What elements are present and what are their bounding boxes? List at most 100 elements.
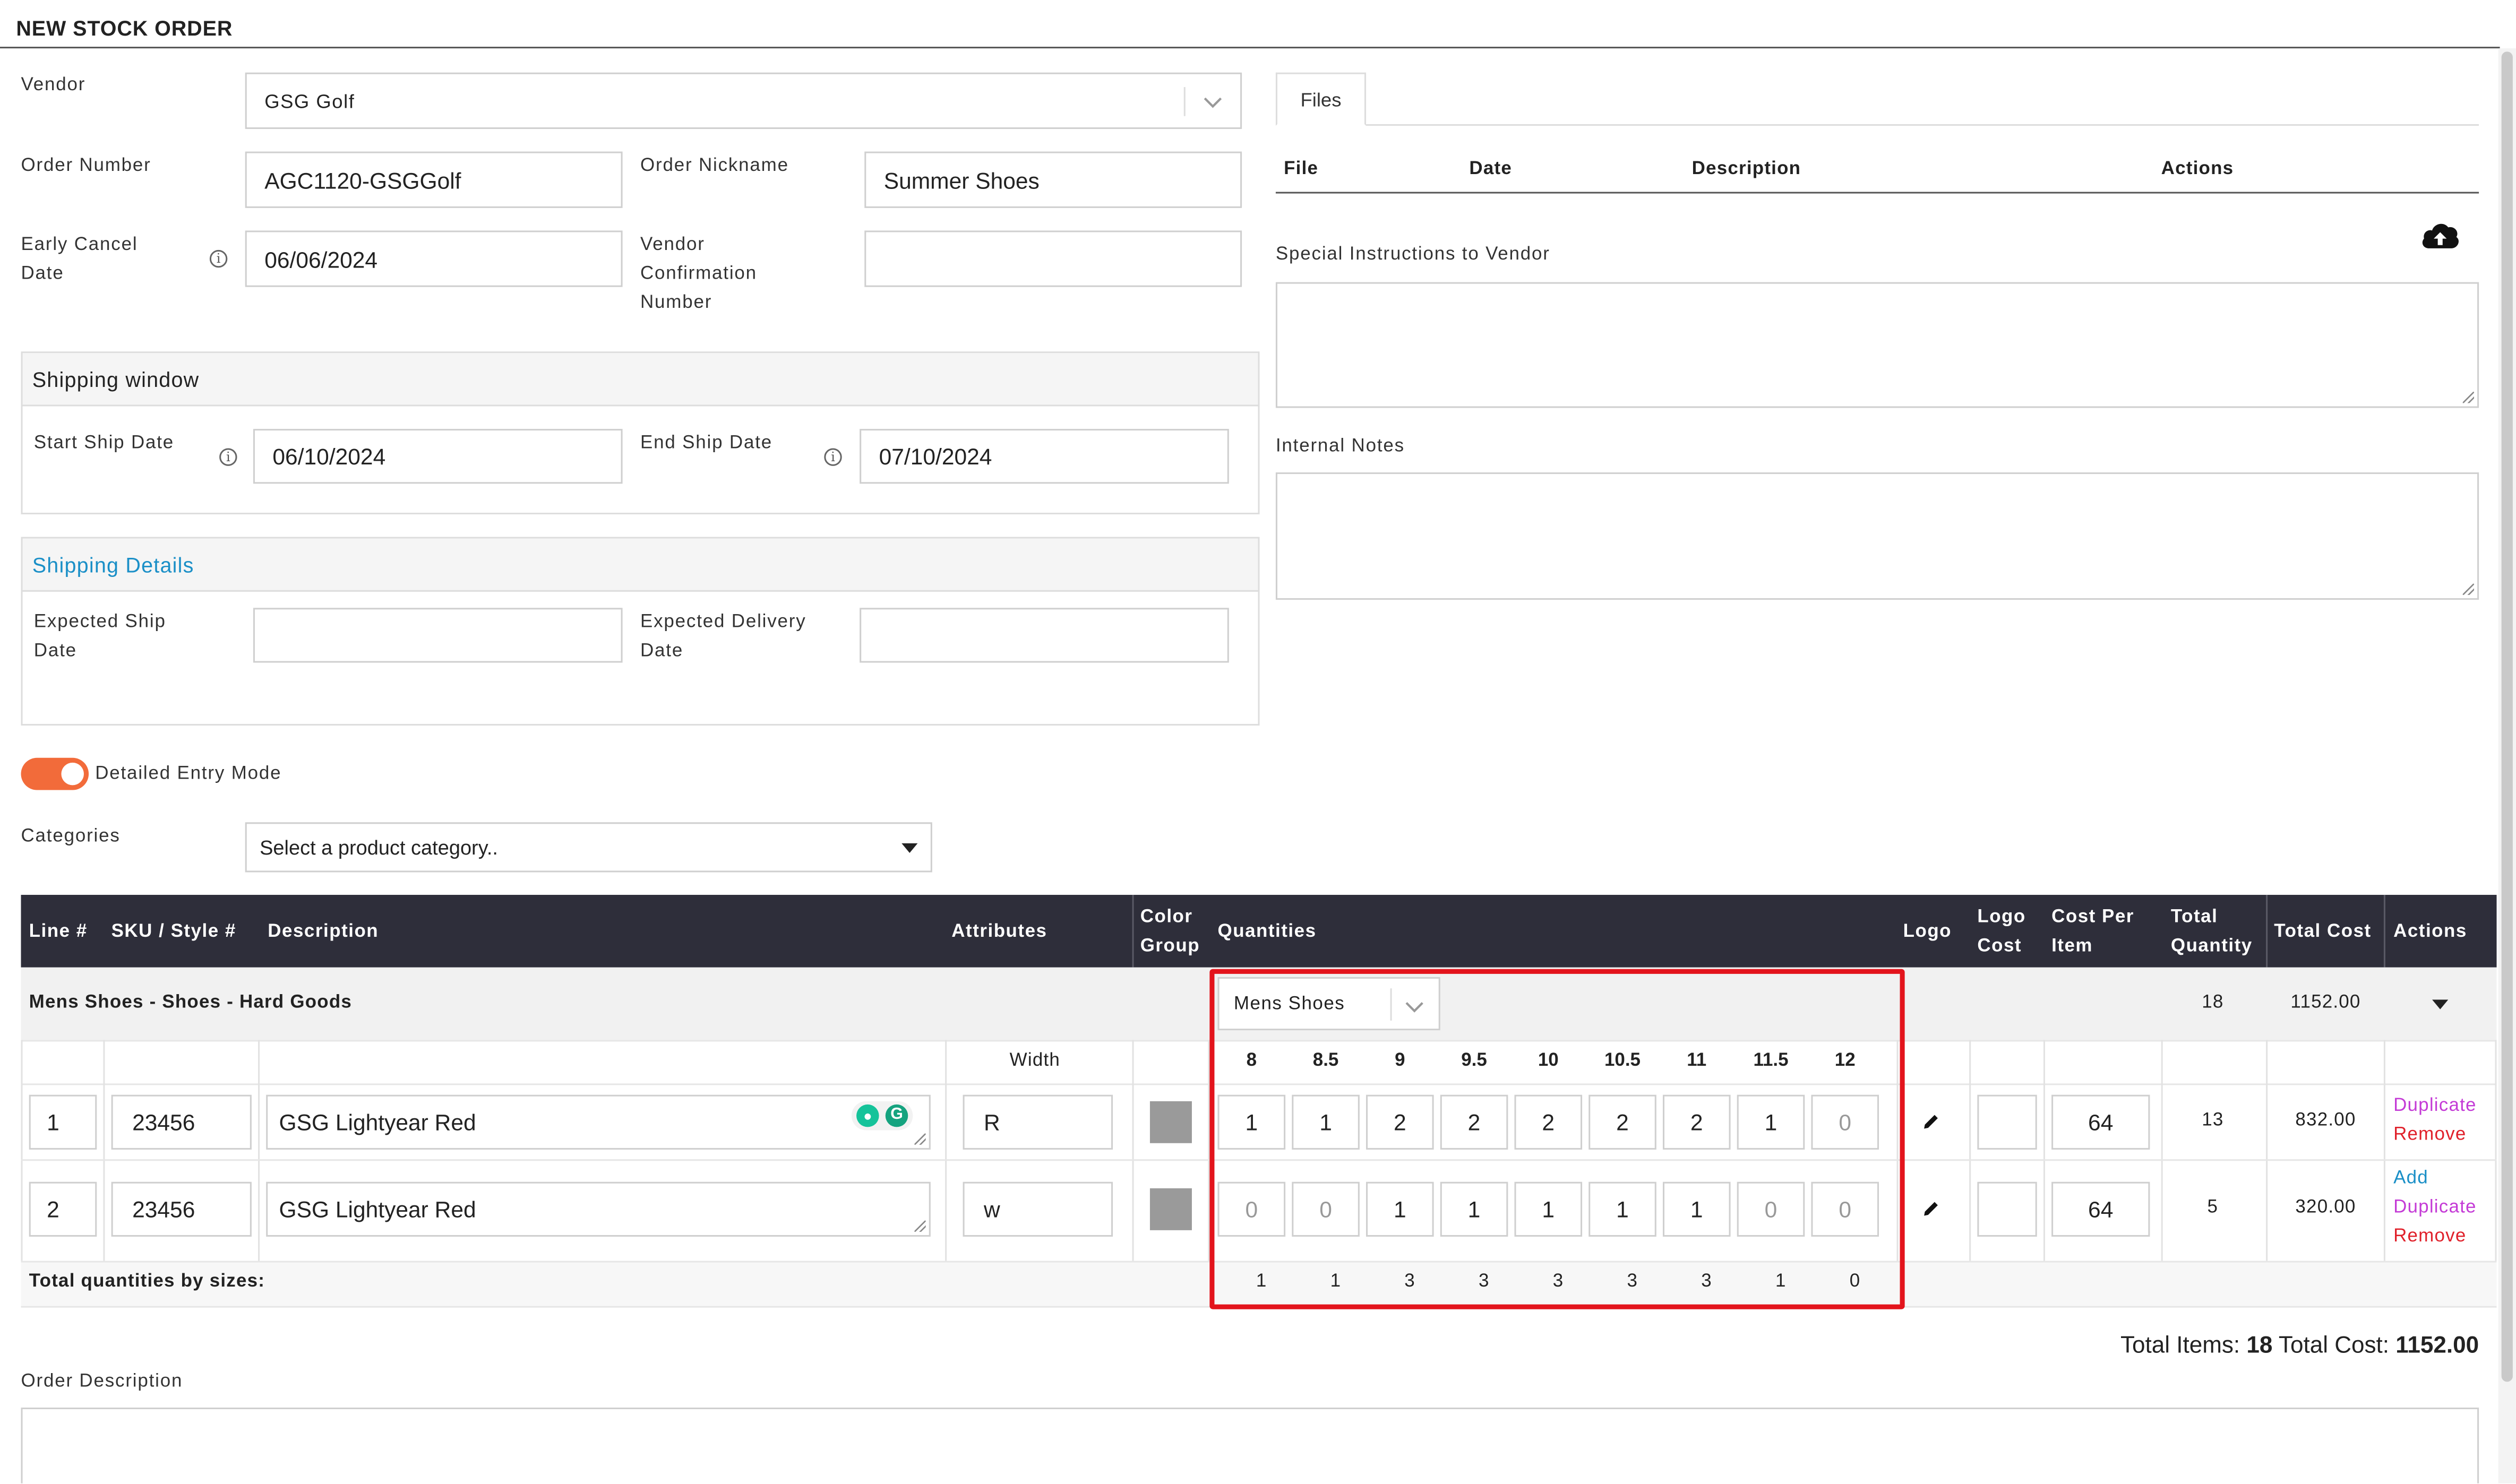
col-logo-cost-line2: Cost (1977, 936, 2022, 956)
col-logo-cost-line1: Logo (1977, 908, 2026, 927)
sku-value: 23456 (132, 1109, 195, 1135)
width-input[interactable]: R (963, 1094, 1113, 1150)
special-instructions-textarea[interactable] (1275, 282, 2479, 408)
info-icon[interactable]: i (209, 249, 228, 268)
logo-cost-input[interactable] (1977, 1181, 2037, 1237)
shipping-window-title: Shipping window (22, 353, 1258, 407)
categories-select[interactable]: Select a product category.. (245, 822, 932, 873)
resize-handle[interactable] (2462, 392, 2474, 403)
line-number-input[interactable]: 1 (29, 1094, 97, 1150)
duplicate-link[interactable]: Duplicate (2393, 1198, 2477, 1217)
line-number-input[interactable]: 2 (29, 1181, 97, 1237)
group-name: Mens Shoes - Shoes - Hard Goods (29, 993, 353, 1013)
grammarly-icon: G (885, 1104, 908, 1127)
chevron-down-icon[interactable] (1203, 93, 1222, 109)
description-value: GSG Lightyear Red (279, 1109, 476, 1135)
col-logo: Logo (1903, 922, 1952, 942)
row-total-cost: 320.00 (2295, 1198, 2356, 1218)
special-instructions-label: Special Instructions to Vendor (1275, 245, 1550, 265)
vendor-value: GSG Golf (264, 89, 355, 113)
col-color-group-line1: Color (1140, 908, 1193, 927)
line-number-value: 2 (47, 1196, 59, 1222)
vendor-select[interactable]: GSG Golf (245, 72, 1242, 130)
header-col-separator (1132, 894, 1134, 968)
sku-input[interactable]: 23456 (111, 1181, 252, 1237)
end-ship-date-input[interactable]: 07/10/2024 (860, 429, 1229, 484)
shipping-details-title[interactable]: Shipping Details (22, 538, 1258, 592)
expected-ship-date-input[interactable] (253, 608, 623, 663)
early-cancel-label-line1: Early Cancel (21, 235, 138, 255)
files-col-description: Description (1691, 159, 1801, 179)
vendor-confirmation-input[interactable] (864, 230, 1242, 287)
col-cost-per-item-line1: Cost Per (2051, 908, 2134, 927)
expected-delivery-label-line2: Date (640, 642, 684, 661)
cost-per-item-input[interactable]: 64 (2051, 1094, 2150, 1150)
end-ship-date-value: 07/10/2024 (879, 443, 992, 469)
cost-per-item-input[interactable]: 64 (2051, 1181, 2150, 1237)
vendor-conf-label-line1: Vendor (640, 235, 705, 255)
expected-ship-label-line1: Expected Ship (33, 612, 166, 632)
description-textarea[interactable]: GSG Lightyear Red (266, 1181, 931, 1237)
width-value: R (984, 1109, 1000, 1135)
vendor-conf-label-line3: Number (640, 293, 712, 313)
cloud-upload-icon[interactable] (2419, 219, 2461, 252)
totals-label: Total quantities by sizes: (29, 1272, 265, 1292)
duplicate-link[interactable]: Duplicate (2393, 1097, 2477, 1116)
sku-input[interactable]: 23456 (111, 1094, 252, 1150)
info-icon[interactable]: i (219, 448, 237, 466)
caret-down-icon[interactable] (2432, 999, 2449, 1010)
remove-link[interactable]: Remove (2393, 1125, 2466, 1144)
order-number-value: AGC1120-GSGGolf (264, 167, 461, 193)
early-cancel-date-input[interactable]: 06/06/2024 (245, 230, 623, 287)
resize-handle[interactable] (914, 1220, 926, 1232)
col-description: Description (268, 922, 379, 942)
tab-files[interactable]: Files (1275, 72, 1367, 126)
files-col-file: File (1284, 159, 1319, 179)
scrollbar-thumb[interactable] (2501, 51, 2513, 1382)
files-col-date: Date (1469, 159, 1513, 179)
start-ship-date-input[interactable]: 06/10/2024 (253, 429, 623, 484)
files-header-rule (1275, 192, 2479, 194)
grammarly-widget[interactable]: ● G (851, 1101, 913, 1131)
order-summary: Total Items: 18 Total Cost: 1152.00 (1935, 1333, 2479, 1359)
categories-label: Categories (21, 827, 121, 847)
pencil-icon[interactable] (1922, 1200, 1940, 1217)
start-ship-date-value: 06/10/2024 (272, 443, 386, 469)
files-col-actions: Actions (2161, 159, 2234, 179)
description-textarea[interactable]: GSG Lightyear Red ● G (266, 1094, 931, 1150)
width-input[interactable]: w (963, 1181, 1113, 1237)
order-number-label: Order Number (21, 156, 151, 176)
total-cost-label: Total Cost: (2278, 1333, 2390, 1359)
logo-cost-input[interactable] (1977, 1094, 2037, 1150)
order-description-textarea[interactable] (21, 1407, 2479, 1483)
pencil-icon[interactable] (1922, 1112, 1940, 1130)
row-total-cost: 832.00 (2295, 1111, 2356, 1131)
order-nickname-input[interactable]: Summer Shoes (864, 151, 1242, 208)
vendor-label: Vendor (21, 75, 86, 96)
start-ship-date-label: Start Ship Date (33, 434, 175, 453)
info-icon[interactable]: i (824, 448, 842, 466)
remove-link[interactable]: Remove (2393, 1227, 2466, 1246)
color-swatch[interactable] (1149, 1101, 1192, 1143)
early-cancel-label-line2: Date (21, 264, 64, 284)
color-swatch[interactable] (1149, 1188, 1192, 1230)
order-number-input[interactable]: AGC1120-GSGGolf (245, 151, 623, 208)
total-cost-value: 1152.00 (2395, 1333, 2479, 1359)
early-cancel-date-value: 06/06/2024 (264, 246, 378, 272)
add-link[interactable]: Add (2393, 1169, 2428, 1188)
internal-notes-textarea[interactable] (1275, 472, 2479, 600)
detailed-entry-toggle[interactable] (21, 757, 89, 790)
resize-handle[interactable] (2462, 583, 2474, 595)
expected-delivery-date-input[interactable] (860, 608, 1229, 663)
col-sku: SKU / Style # (111, 922, 236, 942)
resize-handle[interactable] (914, 1133, 926, 1145)
col-color-group-line2: Group (1140, 936, 1200, 956)
line-number-value: 1 (47, 1109, 59, 1135)
detailed-entry-label: Detailed Entry Mode (95, 764, 282, 784)
order-nickname-value: Summer Shoes (883, 167, 1040, 193)
files-tab-underline (1366, 124, 2479, 126)
col-cost-per-item-line2: Item (2051, 936, 2093, 956)
internal-notes-label: Internal Notes (1275, 437, 1405, 456)
col-total-quantity-line2: Quantity (2170, 936, 2253, 956)
caret-down-icon[interactable] (901, 843, 918, 853)
